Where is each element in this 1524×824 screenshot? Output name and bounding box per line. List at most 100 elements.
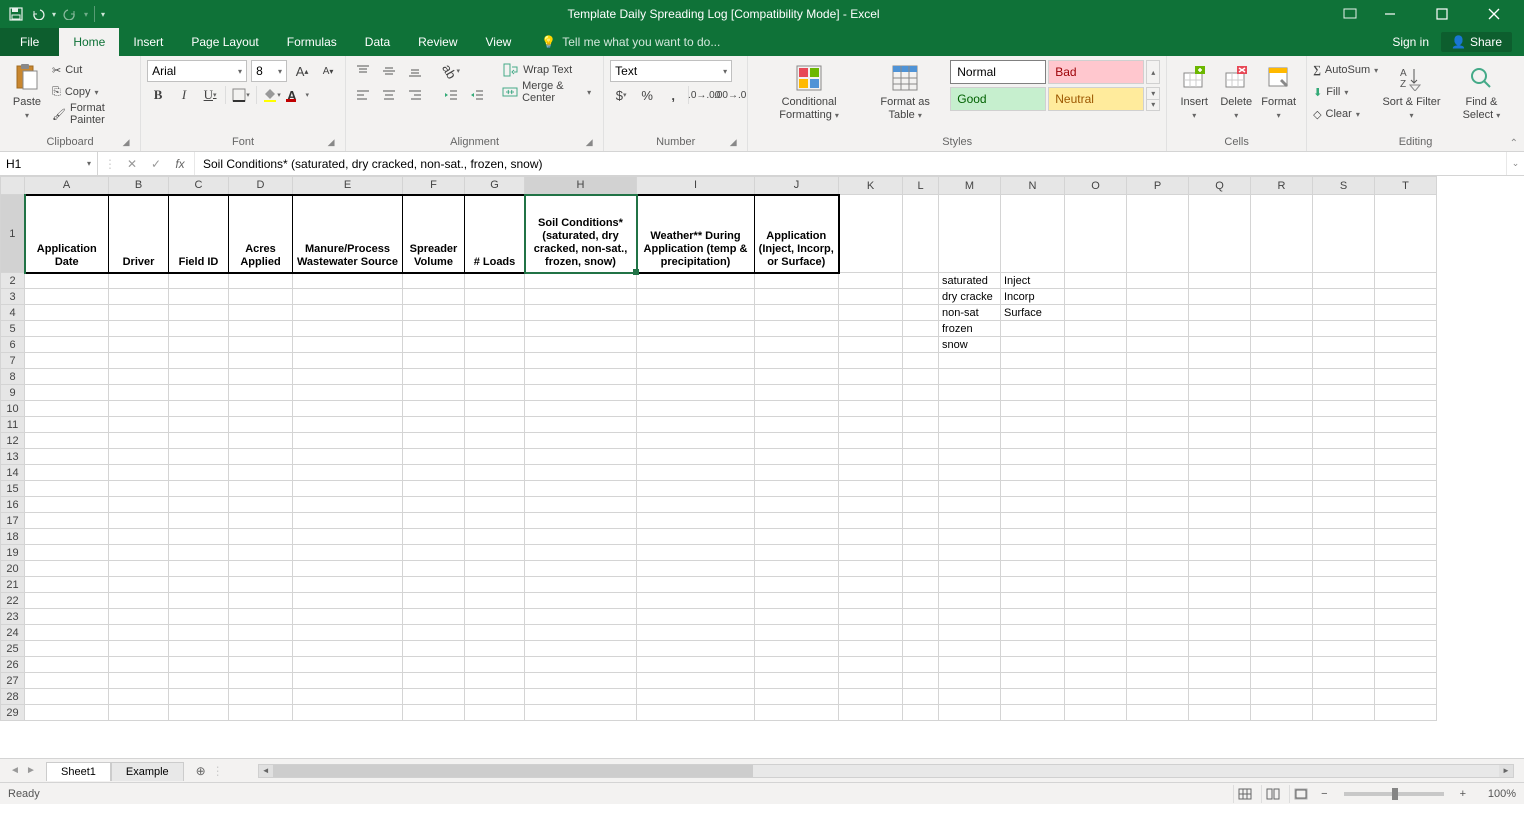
merge-center-button[interactable]: Merge & Center ▾: [496, 82, 597, 102]
cell-N1[interactable]: [1001, 195, 1065, 273]
cell-P27[interactable]: [1127, 673, 1189, 689]
cell-P13[interactable]: [1127, 449, 1189, 465]
cell-Q19[interactable]: [1189, 545, 1251, 561]
maximize-button[interactable]: [1422, 0, 1462, 28]
row-header-17[interactable]: 17: [1, 513, 25, 529]
cell-O14[interactable]: [1065, 465, 1127, 481]
cell-K24[interactable]: [839, 625, 903, 641]
cell-D25[interactable]: [229, 641, 293, 657]
cell-S18[interactable]: [1313, 529, 1375, 545]
cell-O19[interactable]: [1065, 545, 1127, 561]
cell-A27[interactable]: [25, 673, 109, 689]
decrease-decimal-button[interactable]: .00→.0: [719, 84, 741, 106]
row-header-25[interactable]: 25: [1, 641, 25, 657]
cell-C2[interactable]: [169, 273, 229, 289]
cell-T3[interactable]: [1375, 289, 1437, 305]
cell-P25[interactable]: [1127, 641, 1189, 657]
cell-K26[interactable]: [839, 657, 903, 673]
cell-I23[interactable]: [637, 609, 755, 625]
cell-L13[interactable]: [903, 449, 939, 465]
cell-P10[interactable]: [1127, 401, 1189, 417]
cell-T7[interactable]: [1375, 353, 1437, 369]
cell-J14[interactable]: [755, 465, 839, 481]
cell-Q14[interactable]: [1189, 465, 1251, 481]
cell-Q8[interactable]: [1189, 369, 1251, 385]
cell-B21[interactable]: [109, 577, 169, 593]
cell-C3[interactable]: [169, 289, 229, 305]
row-header-5[interactable]: 5: [1, 321, 25, 337]
cell-G28[interactable]: [465, 689, 525, 705]
cell-K2[interactable]: [839, 273, 903, 289]
cell-T26[interactable]: [1375, 657, 1437, 673]
cell-L8[interactable]: [903, 369, 939, 385]
cell-J26[interactable]: [755, 657, 839, 673]
tab-nav-next[interactable]: ►: [24, 765, 38, 776]
row-header-27[interactable]: 27: [1, 673, 25, 689]
cell-G14[interactable]: [465, 465, 525, 481]
row-header-29[interactable]: 29: [1, 705, 25, 721]
cell-E23[interactable]: [293, 609, 403, 625]
cell-S19[interactable]: [1313, 545, 1375, 561]
cell-T4[interactable]: [1375, 305, 1437, 321]
cell-L27[interactable]: [903, 673, 939, 689]
cell-J16[interactable]: [755, 497, 839, 513]
cell-C17[interactable]: [169, 513, 229, 529]
cell-Q9[interactable]: [1189, 385, 1251, 401]
cell-C27[interactable]: [169, 673, 229, 689]
view-page-break-button[interactable]: [1289, 785, 1311, 803]
cell-P16[interactable]: [1127, 497, 1189, 513]
cell-R27[interactable]: [1251, 673, 1313, 689]
cell-J4[interactable]: [755, 305, 839, 321]
cell-P17[interactable]: [1127, 513, 1189, 529]
cell-F19[interactable]: [403, 545, 465, 561]
cell-H20[interactable]: [525, 561, 637, 577]
cell-O13[interactable]: [1065, 449, 1127, 465]
cell-M13[interactable]: [939, 449, 1001, 465]
cell-C28[interactable]: [169, 689, 229, 705]
cell-C24[interactable]: [169, 625, 229, 641]
cell-P22[interactable]: [1127, 593, 1189, 609]
cell-E22[interactable]: [293, 593, 403, 609]
cell-P6[interactable]: [1127, 337, 1189, 353]
cell-B27[interactable]: [109, 673, 169, 689]
cell-H10[interactable]: [525, 401, 637, 417]
cell-H25[interactable]: [525, 641, 637, 657]
row-header-6[interactable]: 6: [1, 337, 25, 353]
cell-J7[interactable]: [755, 353, 839, 369]
cell-T10[interactable]: [1375, 401, 1437, 417]
cell-G9[interactable]: [465, 385, 525, 401]
cell-G25[interactable]: [465, 641, 525, 657]
hscroll-right-icon[interactable]: ►: [1499, 765, 1513, 777]
cell-J2[interactable]: [755, 273, 839, 289]
cell-K25[interactable]: [839, 641, 903, 657]
col-header-I[interactable]: I: [637, 177, 755, 195]
cell-H29[interactable]: [525, 705, 637, 721]
cell-M17[interactable]: [939, 513, 1001, 529]
cell-F13[interactable]: [403, 449, 465, 465]
cell-C11[interactable]: [169, 417, 229, 433]
cell-M25[interactable]: [939, 641, 1001, 657]
cell-C1[interactable]: Field ID: [169, 195, 229, 273]
italic-button[interactable]: I: [173, 84, 195, 106]
cell-A19[interactable]: [25, 545, 109, 561]
row-header-11[interactable]: 11: [1, 417, 25, 433]
cell-Q2[interactable]: [1189, 273, 1251, 289]
cell-M23[interactable]: [939, 609, 1001, 625]
cell-R7[interactable]: [1251, 353, 1313, 369]
cell-H11[interactable]: [525, 417, 637, 433]
row-header-23[interactable]: 23: [1, 609, 25, 625]
cell-S26[interactable]: [1313, 657, 1375, 673]
cell-I29[interactable]: [637, 705, 755, 721]
row-header-18[interactable]: 18: [1, 529, 25, 545]
cell-F22[interactable]: [403, 593, 465, 609]
style-normal[interactable]: Normal: [950, 60, 1046, 84]
cell-A6[interactable]: [25, 337, 109, 353]
cell-J19[interactable]: [755, 545, 839, 561]
cell-Q15[interactable]: [1189, 481, 1251, 497]
cell-J15[interactable]: [755, 481, 839, 497]
cell-R5[interactable]: [1251, 321, 1313, 337]
cell-O27[interactable]: [1065, 673, 1127, 689]
cell-J12[interactable]: [755, 433, 839, 449]
cell-F27[interactable]: [403, 673, 465, 689]
cell-S25[interactable]: [1313, 641, 1375, 657]
